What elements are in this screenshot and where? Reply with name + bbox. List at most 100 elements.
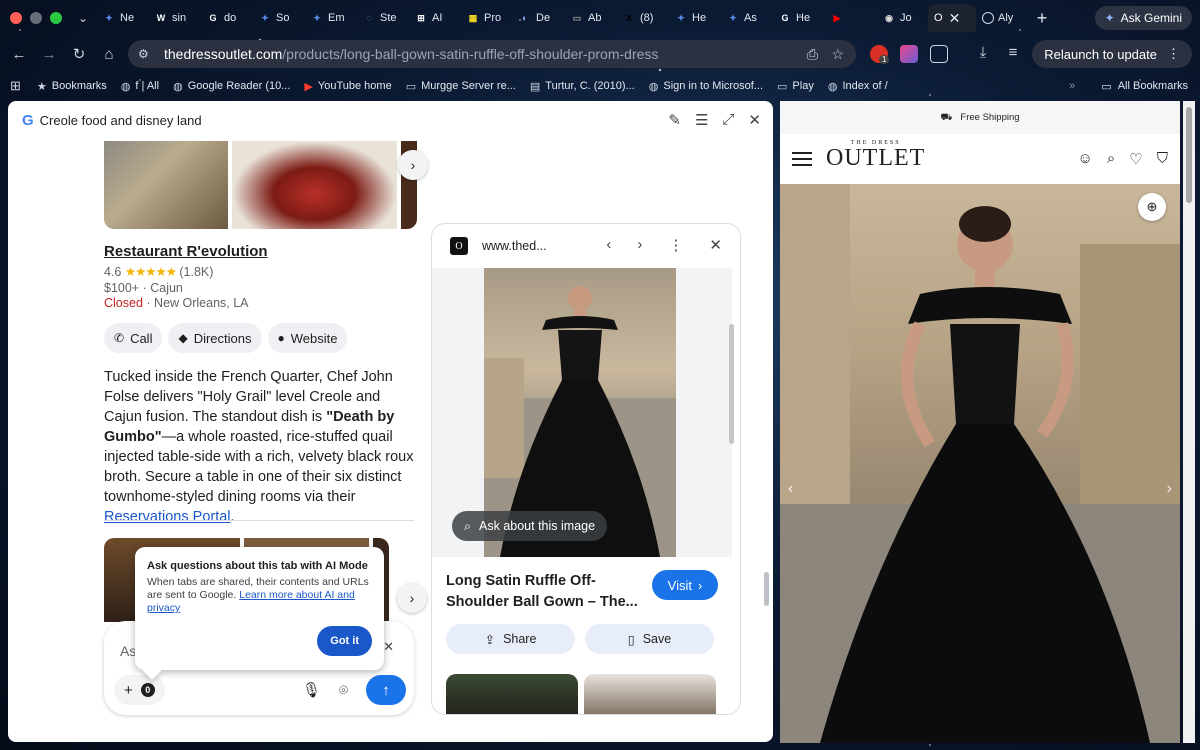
tab-item[interactable]: ◉ Jo	[876, 4, 928, 32]
bookmark-label: Turtur, C. (2010)...	[545, 80, 635, 92]
edit-icon[interactable]: ✎	[668, 111, 681, 129]
bookmark-item[interactable]: ▭ Murgge Server re...	[406, 80, 516, 93]
x-icon: X	[625, 13, 632, 23]
bookmark-item[interactable]: ◍ f | All	[121, 80, 159, 93]
save-button[interactable]: ▯ Save	[585, 624, 714, 654]
bookmark-item[interactable]: ▭ Play	[777, 80, 814, 93]
bookmark-item[interactable]: ◍ Index of /	[828, 80, 888, 93]
install-page-icon[interactable]: ⎙	[807, 46, 818, 63]
next-image-chevron-icon[interactable]: ›	[1167, 480, 1172, 498]
add-tab-button[interactable]: +0	[114, 675, 165, 705]
site-info-icon[interactable]: ⚙	[138, 47, 154, 61]
extensions-puzzle-icon[interactable]	[930, 45, 948, 63]
relaunch-button[interactable]: Relaunch to update ⋮	[1032, 40, 1192, 68]
bookmark-item[interactable]: ★ Bookmarks	[37, 80, 107, 93]
food-photo-2[interactable]	[232, 141, 397, 229]
account-icon[interactable]: ☺	[1078, 150, 1093, 168]
tab-search-chevron-icon[interactable]: ⌄	[76, 11, 90, 25]
minimize-window-button[interactable]	[30, 12, 42, 24]
extension-purple-icon[interactable]	[900, 45, 918, 63]
tab-item[interactable]: ✦ Em	[304, 4, 356, 32]
bookmark-item[interactable]: ▤ Turtur, C. (2010)...	[530, 80, 635, 93]
lens-camera-icon[interactable]: ⌾	[339, 682, 348, 699]
related-thumbnail[interactable]	[446, 674, 578, 714]
panel-scrollbar[interactable]	[764, 572, 769, 606]
playlist-add-icon[interactable]: ☰	[695, 111, 708, 129]
tab-item[interactable]: ▭ Ab	[564, 4, 616, 32]
chevron-left-icon[interactable]: ‹	[606, 236, 611, 254]
carousel-next-chevron-icon[interactable]: ›	[398, 150, 428, 180]
reservations-link[interactable]: Reservations Portal	[104, 509, 231, 525]
menu-hamburger-icon[interactable]	[792, 148, 812, 170]
close-tab-icon[interactable]: ✕	[949, 10, 961, 27]
tab-item[interactable]: X (8)	[616, 4, 668, 32]
prev-image-chevron-icon[interactable]: ‹	[788, 480, 793, 498]
apps-grid-icon[interactable]: ⊞	[10, 78, 21, 94]
side-card-url[interactable]: www.thed...	[482, 239, 554, 253]
tab-item[interactable]: ▦ Pro	[460, 4, 512, 32]
forward-arrow-icon[interactable]: →	[34, 46, 64, 63]
grid-icon: ⊞	[417, 12, 425, 23]
carousel-next-chevron-icon[interactable]: ›	[397, 583, 427, 613]
tab-active[interactable]: O ✕	[928, 4, 976, 32]
all-bookmarks[interactable]: » ▭ All Bookmarks	[1069, 80, 1188, 93]
tab-item[interactable]: ✦ He	[668, 4, 720, 32]
close-icon[interactable]: ✕	[748, 111, 761, 129]
ask-gemini-button[interactable]: ✦ Ask Gemini	[1094, 6, 1192, 30]
side-card-header: O www.thed... ‹ › ⋮ ✕	[432, 224, 740, 268]
ask-input-placeholder[interactable]: As	[120, 643, 136, 659]
reading-list-icon[interactable]: ≡	[998, 44, 1028, 61]
bookmark-item[interactable]: ◍ Sign in to Microsof...	[649, 80, 763, 93]
store-logo[interactable]: THE DRESS OUTLET	[826, 140, 925, 170]
chevron-right-icon[interactable]: ›	[637, 236, 642, 254]
send-arrow-up-icon[interactable]: ↑	[366, 675, 406, 705]
wishlist-heart-icon[interactable]: ♡	[1129, 150, 1142, 168]
microphone-icon[interactable]: 🎙	[302, 681, 321, 699]
chevron-double-right-icon[interactable]: »	[1069, 80, 1075, 92]
tab-item[interactable]: G He	[772, 4, 824, 32]
restaurant-name[interactable]: Restaurant R'evolution	[104, 243, 268, 260]
tab-item[interactable]: Gdo	[200, 4, 252, 32]
website-button[interactable]: ● Website	[267, 323, 348, 353]
download-icon[interactable]: ⤓	[968, 44, 998, 61]
ask-about-image-button[interactable]: ⌕ Ask about this image	[452, 511, 608, 541]
tab-item[interactable]: ✦ As	[720, 4, 772, 32]
related-thumbnail[interactable]	[584, 674, 716, 714]
maximize-window-button[interactable]	[50, 12, 62, 24]
reload-icon[interactable]: ↻	[64, 45, 94, 63]
expand-icon[interactable]: ⤢	[722, 111, 734, 129]
home-icon[interactable]: ⌂	[94, 46, 124, 63]
got-it-button[interactable]: Got it	[317, 626, 372, 656]
bookmark-item[interactable]: ◍ Google Reader (10...	[173, 80, 290, 93]
product-hero-image[interactable]: ⊕ ‹ ›	[780, 184, 1180, 743]
new-tab-button[interactable]: +	[1028, 8, 1056, 29]
bookmark-item[interactable]: ▶ YouTube home	[304, 80, 391, 93]
food-photo-1[interactable]	[104, 141, 228, 229]
tab-item[interactable]: ◐ De	[512, 4, 564, 32]
back-arrow-icon[interactable]: ←	[4, 46, 34, 63]
bookmark-star-icon[interactable]: ☆	[831, 46, 844, 63]
tab-item[interactable]: ▶	[824, 4, 876, 32]
visit-button[interactable]: Visit ›	[652, 570, 718, 600]
cart-bag-icon[interactable]: ⛉	[1157, 150, 1168, 168]
tab-aly[interactable]: Aly	[976, 4, 1028, 32]
tab-item[interactable]: Wsin	[148, 4, 200, 32]
share-button[interactable]: ⇪ Share	[446, 624, 575, 654]
tab-item[interactable]: ◌ Ste	[356, 4, 408, 32]
tab-item[interactable]: ✦ Ne	[96, 4, 148, 32]
close-window-button[interactable]	[10, 12, 22, 24]
tab-item[interactable]: ⊞ AI	[408, 4, 460, 32]
address-bar[interactable]: ⚙ thedressoutlet.com/products/long-ball-…	[128, 40, 856, 68]
scrollbar-thumb[interactable]	[1186, 107, 1192, 203]
more-vertical-icon[interactable]: ⋮	[668, 236, 683, 254]
close-icon[interactable]: ✕	[709, 236, 722, 254]
tab-item[interactable]: ✦ So	[252, 4, 304, 32]
side-card-scrollbar[interactable]	[729, 324, 734, 444]
search-icon[interactable]: ⌕	[1107, 150, 1115, 168]
more-vertical-icon[interactable]: ⋮	[1167, 46, 1180, 62]
close-icon[interactable]: ✕	[383, 639, 394, 655]
directions-button[interactable]: ◆ Directions	[168, 323, 262, 353]
zoom-icon[interactable]: ⊕	[1138, 193, 1166, 221]
call-button[interactable]: ✆ Call	[104, 323, 163, 353]
page-scrollbar[interactable]	[1183, 101, 1195, 743]
